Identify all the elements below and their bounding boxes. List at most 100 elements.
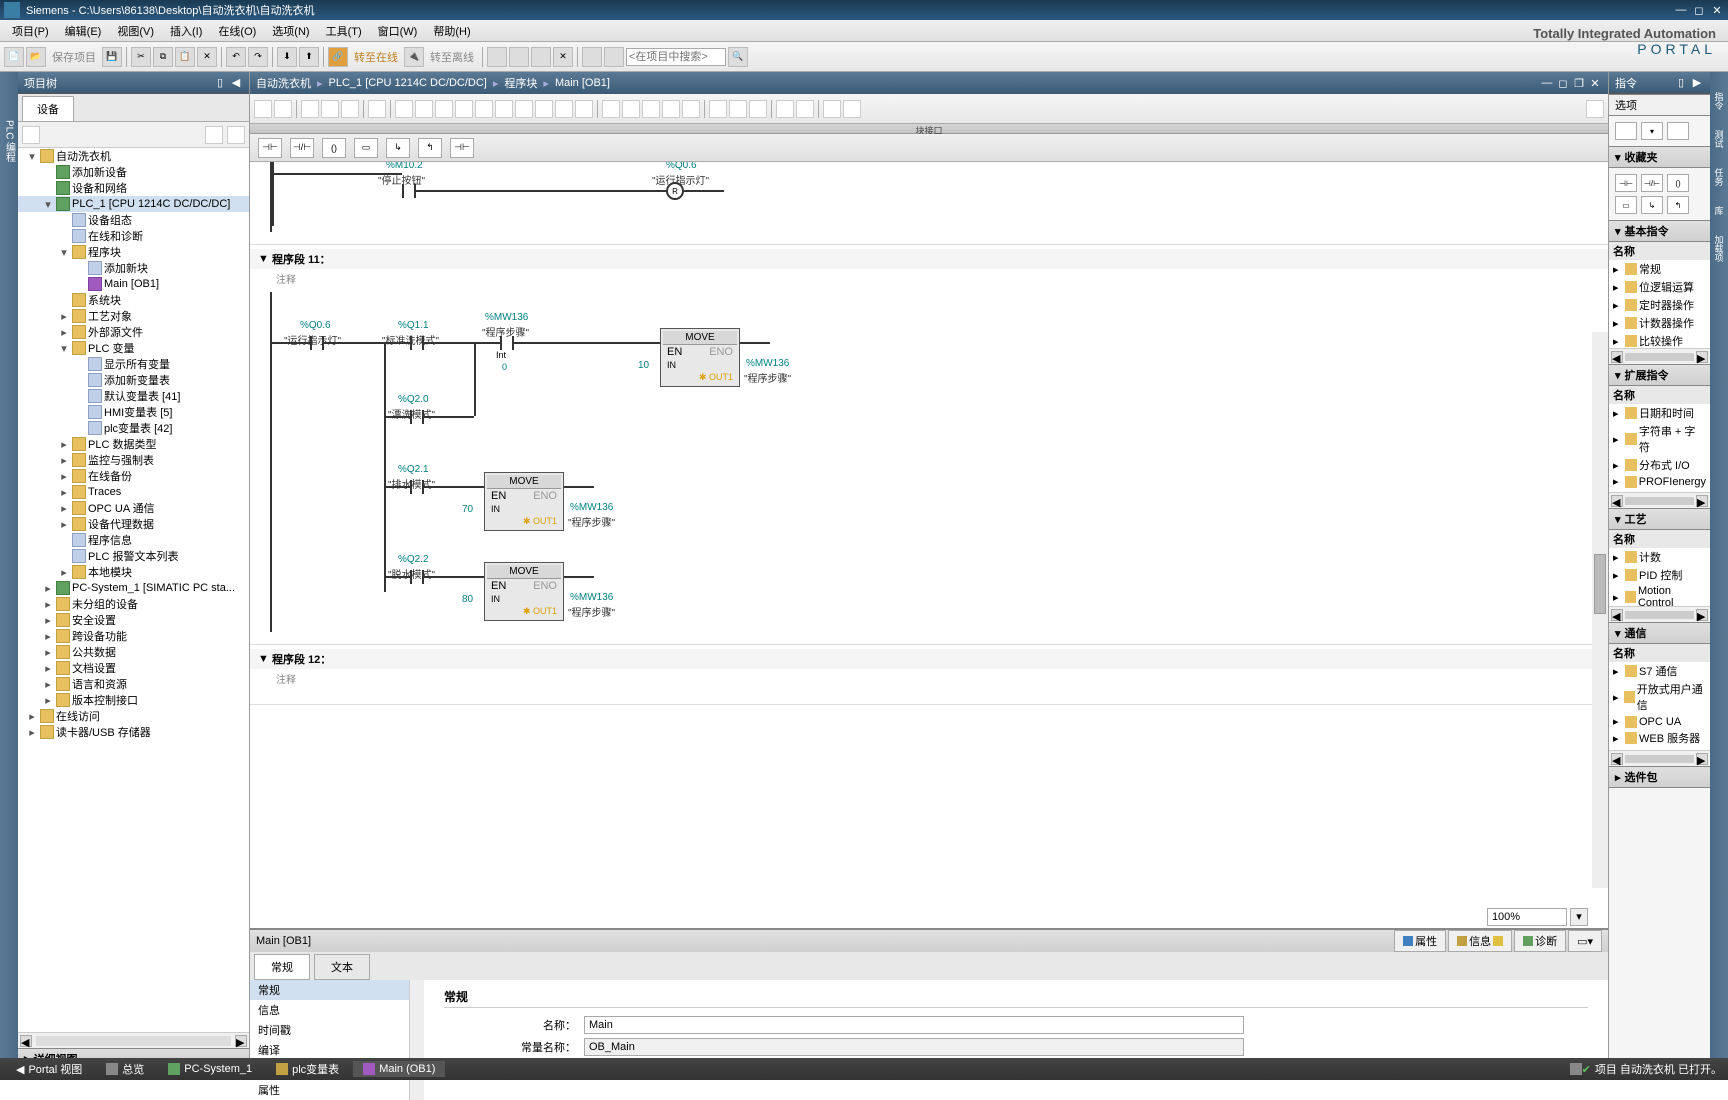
prop-subtab-general[interactable]: 常规 (254, 954, 310, 980)
tree-node-12[interactable]: ▾PLC 变量 (18, 340, 249, 356)
etb-27[interactable] (823, 100, 841, 118)
etb-26[interactable] (796, 100, 814, 118)
lad-no-contact[interactable]: ⊣⊢ (258, 138, 282, 158)
tree-node-29[interactable]: ▸安全设置 (18, 612, 249, 628)
tree-node-10[interactable]: ▸工艺对象 (18, 308, 249, 324)
tree-node-2[interactable]: 设备和网络 (18, 180, 249, 196)
close-button[interactable]: ✕ (1710, 3, 1724, 17)
tree-tb-1[interactable] (22, 126, 40, 144)
tree-node-16[interactable]: HMI变量表 [5] (18, 404, 249, 420)
go-offline-label[interactable]: 转至离线 (426, 49, 478, 65)
tree-node-28[interactable]: ▸未分组的设备 (18, 596, 249, 612)
tree-node-13[interactable]: 显示所有变量 (18, 356, 249, 372)
tree-node-34[interactable]: ▸版本控制接口 (18, 692, 249, 708)
net11-toggle[interactable]: ▼ (258, 253, 272, 265)
rtab-addins[interactable]: 加载项 (1713, 231, 1726, 266)
menu-1[interactable]: 编辑(E) (57, 21, 110, 41)
fav-box[interactable]: ▭ (1615, 196, 1637, 214)
lad-coil[interactable]: () (322, 138, 346, 158)
menu-0[interactable]: 项目(P) (4, 21, 57, 41)
minimize-button[interactable]: — (1674, 3, 1688, 17)
tree-node-19[interactable]: ▸监控与强制表 (18, 452, 249, 468)
menu-7[interactable]: 窗口(W) (370, 21, 426, 41)
basic-list-2[interactable]: ▸定时器操作 (1609, 296, 1710, 314)
tree-node-33[interactable]: ▸语言和资源 (18, 676, 249, 692)
tree-collapse-icon[interactable]: ▯ (213, 76, 227, 90)
prop-li-2[interactable]: 时间戳 (250, 1020, 409, 1040)
lad-branch-open[interactable]: ↳ (386, 138, 410, 158)
tree-node-24[interactable]: 程序信息 (18, 532, 249, 548)
rtab-tasks[interactable]: 任务 (1713, 164, 1726, 190)
etb-9[interactable] (435, 100, 453, 118)
lad-box[interactable]: ▭ (354, 138, 378, 158)
tree-node-17[interactable]: plc变量表 [42] (18, 420, 249, 436)
prop-tab-info[interactable]: 信息 (1448, 930, 1512, 952)
tree-node-14[interactable]: 添加新变量表 (18, 372, 249, 388)
basic-list-1[interactable]: ▸位逻辑运算 (1609, 278, 1710, 296)
cut-button[interactable]: ✂ (131, 47, 151, 67)
etb-3[interactable] (301, 100, 319, 118)
rtab-instructions[interactable]: 指令 (1713, 88, 1726, 114)
basic-toggle[interactable]: ▾ (1615, 225, 1621, 238)
etb-7[interactable] (395, 100, 413, 118)
lad-connect[interactable]: ⊣⊢ (450, 138, 474, 158)
lad-branch-close[interactable]: ↰ (418, 138, 442, 158)
net12-toggle[interactable]: ▼ (258, 653, 272, 665)
status-tab-1[interactable]: plc变量表 (266, 1059, 349, 1079)
tree-node-9[interactable]: 系统块 (18, 292, 249, 308)
tree-hide-icon[interactable]: ◀ (229, 76, 243, 90)
prop-list-vscroll[interactable] (410, 980, 424, 1100)
net11-comment[interactable]: 注释 (250, 269, 1608, 292)
inst-pin-icon[interactable]: ▯ (1674, 76, 1688, 90)
open-button[interactable]: 📂 (26, 47, 46, 67)
menu-3[interactable]: 插入(I) (162, 21, 210, 41)
ed-restore-icon[interactable]: ❐ (1572, 76, 1586, 90)
etb-25[interactable] (776, 100, 794, 118)
tree-node-25[interactable]: PLC 报警文本列表 (18, 548, 249, 564)
tech-list-1[interactable]: ▸PID 控制 (1609, 566, 1710, 584)
opt-btn-1[interactable] (1615, 122, 1637, 140)
prop-tab-properties[interactable]: 属性 (1394, 930, 1446, 952)
portal-view-button[interactable]: ◀ Portal 视图 (6, 1059, 92, 1079)
tree-node-15[interactable]: 默认变量表 [41] (18, 388, 249, 404)
menu-4[interactable]: 在线(O) (210, 21, 264, 41)
prop-subtab-text[interactable]: 文本 (314, 954, 370, 980)
etb-6[interactable] (368, 100, 386, 118)
search-button[interactable]: 🔍 (728, 47, 748, 67)
tree-node-30[interactable]: ▸跨设备功能 (18, 628, 249, 644)
etb-1[interactable] (254, 100, 272, 118)
parts-toggle[interactable]: ▸ (1615, 771, 1621, 784)
etb-5[interactable] (341, 100, 359, 118)
prop-li-1[interactable]: 信息 (250, 1000, 409, 1020)
ext-list-0[interactable]: ▸日期和时间 (1609, 404, 1710, 422)
redo-button[interactable]: ↷ (248, 47, 268, 67)
tb-btn-6[interactable] (604, 47, 624, 67)
etb-21[interactable] (682, 100, 700, 118)
menu-2[interactable]: 视图(V) (109, 21, 162, 41)
comm-list-0[interactable]: ▸S7 通信 (1609, 662, 1710, 680)
tree-node-0[interactable]: ▾自动洗衣机 (18, 148, 249, 164)
ladder-editor[interactable]: %M10.2 "停止按钮" %Q0.6 "运行指示灯" R ▼程序段 11： 注… (250, 162, 1608, 928)
etb-17[interactable] (602, 100, 620, 118)
ext-list-3[interactable]: ▸PROFIenergy (1609, 474, 1710, 489)
save-label[interactable]: 保存项目 (48, 49, 100, 65)
etb-18[interactable] (622, 100, 640, 118)
etb-8[interactable] (415, 100, 433, 118)
basic-list-4[interactable]: ▸比较操作 (1609, 332, 1710, 348)
ed-unpin-icon[interactable]: — (1540, 76, 1554, 90)
etb-13[interactable] (515, 100, 533, 118)
tree-node-8[interactable]: Main [OB1] (18, 276, 249, 292)
bc-1[interactable]: PLC_1 [CPU 1214C DC/DC/DC] (329, 77, 487, 89)
paste-button[interactable]: 📋 (175, 47, 195, 67)
delete-button[interactable]: ✕ (197, 47, 217, 67)
tree-node-32[interactable]: ▸文档设置 (18, 660, 249, 676)
fav-br2[interactable]: ↰ (1667, 196, 1689, 214)
tree-node-21[interactable]: ▸Traces (18, 484, 249, 500)
new-button[interactable]: 📄 (4, 47, 24, 67)
prop-name-input[interactable] (584, 1016, 1244, 1034)
etb-14[interactable] (535, 100, 553, 118)
tree-node-20[interactable]: ▸在线备份 (18, 468, 249, 484)
zoom-input[interactable] (1487, 908, 1567, 926)
tree-node-18[interactable]: ▸PLC 数据类型 (18, 436, 249, 452)
prop-tab-diag[interactable]: 诊断 (1514, 930, 1566, 952)
